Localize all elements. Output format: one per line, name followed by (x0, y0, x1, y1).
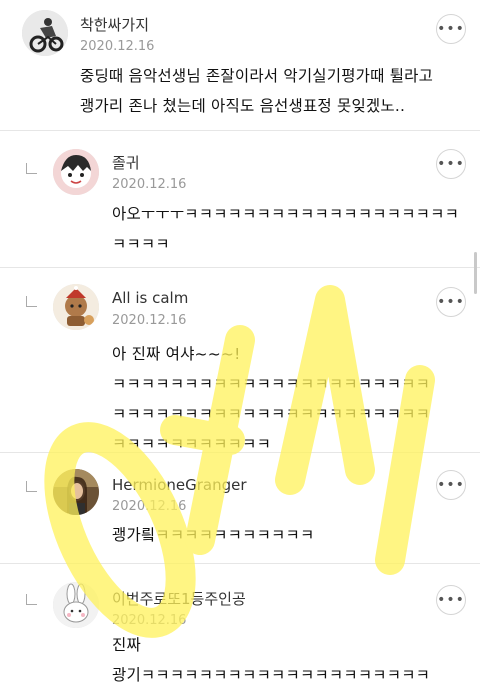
avatar[interactable] (53, 284, 99, 330)
comment-date: 2020.12.16 (112, 313, 187, 328)
more-options-button[interactable]: ••• (436, 14, 466, 44)
avatar[interactable] (22, 10, 68, 56)
more-horizontal-icon: ••• (437, 592, 465, 608)
more-horizontal-icon: ••• (437, 294, 465, 310)
more-options-button[interactable]: ••• (436, 287, 466, 317)
more-options-button[interactable]: ••• (436, 585, 466, 615)
reply-item: 이번주로또1등주인공 2020.12.16 ••• 진짜 광기ㅋㅋㅋㅋㅋㅋㅋㅋㅋ… (0, 564, 480, 686)
more-horizontal-icon: ••• (437, 156, 465, 172)
reply-item: All is calm 2020.12.16 ••• 아 진짜 여샤~~~! ㅋ… (0, 268, 480, 453)
comment-author[interactable]: All is calm (112, 289, 188, 307)
reply-indicator-icon (26, 594, 37, 605)
comment-author[interactable]: 이번주로또1등주인공 (112, 588, 246, 609)
comment-author[interactable]: HermioneGranger (112, 476, 247, 494)
reply-item: 졸귀 2020.12.16 ••• 아오ㅜㅜㅜㅋㅋㅋㅋㅋㅋㅋㅋㅋㅋㅋㅋㅋㅋㅋㅋㅋ… (0, 131, 480, 267)
reply-indicator-icon (26, 481, 37, 492)
comment-item: 착한싸가지 2020.12.16 ••• 중딩때 음악선생님 존잘이라서 악기실… (0, 0, 480, 130)
avatar[interactable] (53, 582, 99, 628)
comment-date: 2020.12.16 (112, 613, 187, 628)
comment-author[interactable]: 졸귀 (112, 152, 140, 173)
scrollbar-thumb[interactable] (474, 252, 477, 294)
comment-text: 아 진짜 여샤~~~! ㅋㅋㅋㅋㅋㅋㅋㅋㅋㅋㅋㅋㅋㅋㅋㅋㅋㅋㅋㅋㅋㅋ ㅋㅋㅋㅋㅋ… (112, 345, 431, 453)
reply-indicator-icon (26, 296, 37, 307)
more-options-button[interactable]: ••• (436, 470, 466, 500)
comment-author[interactable]: 착한싸가지 (80, 14, 149, 35)
comment-date: 2020.12.16 (112, 177, 187, 192)
avatar[interactable] (53, 469, 99, 515)
more-options-button[interactable]: ••• (436, 149, 466, 179)
comment-text: 중딩때 음악선생님 존잘이라서 악기실기평가때 튈라고 괭가리 존나 쳤는데 아… (80, 67, 434, 115)
comment-date: 2020.12.16 (112, 499, 187, 514)
avatar[interactable] (53, 149, 99, 195)
reply-indicator-icon (26, 163, 37, 174)
comment-text: 아오ㅜㅜㅜㅋㅋㅋㅋㅋㅋㅋㅋㅋㅋㅋㅋㅋㅋㅋㅋㅋㅋㅋ ㅋㅋㅋㅋ (112, 205, 460, 253)
comment-date: 2020.12.16 (80, 39, 155, 54)
comment-text: 진짜 광기ㅋㅋㅋㅋㅋㅋㅋㅋㅋㅋㅋㅋㅋㅋㅋㅋㅋㅋㅋㅋ (112, 636, 431, 684)
more-horizontal-icon: ••• (437, 477, 465, 493)
more-horizontal-icon: ••• (437, 21, 465, 37)
comment-text: 괭가릨ㅋㅋㅋㅋㅋㅋㅋㅋㅋㅋㅋ (112, 526, 315, 544)
reply-item: HermioneGranger 2020.12.16 ••• 괭가릨ㅋㅋㅋㅋㅋㅋ… (0, 453, 480, 563)
